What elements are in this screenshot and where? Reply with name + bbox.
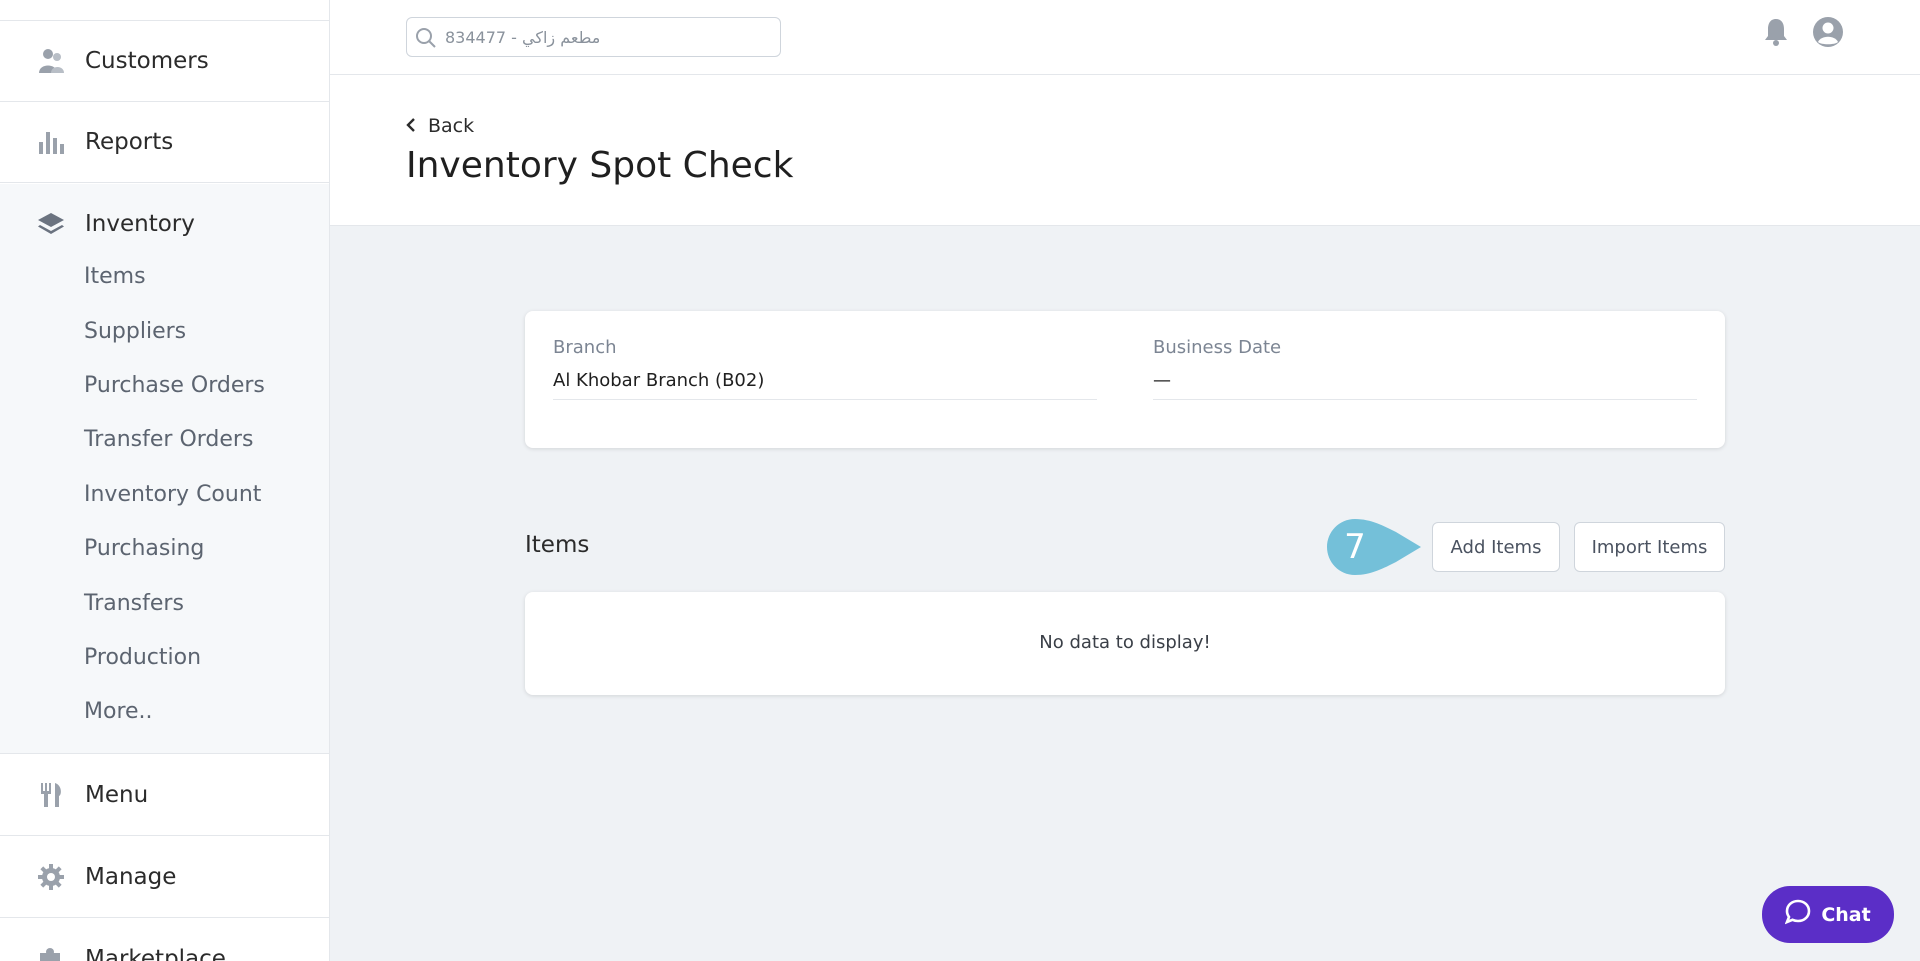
layers-icon [37,210,65,238]
sidebar-subitem-purchase-orders[interactable]: Purchase Orders [84,373,265,398]
back-label: Back [428,115,475,137]
sidebar: Customers Reports Inventory Items Suppli… [0,0,330,961]
sidebar-item-reports[interactable]: Reports [0,102,329,183]
sidebar-subitem-items[interactable]: Items [84,264,146,289]
business-date-label: Business Date [1153,337,1282,358]
sidebar-subitem-inventory-count[interactable]: Inventory Count [84,482,261,507]
chat-button[interactable]: Chat [1762,886,1894,943]
search-input[interactable] [445,18,775,56]
items-table: No data to display! [525,592,1725,695]
gear-icon [37,863,65,891]
sidebar-item-manage[interactable]: Manage [0,837,329,918]
details-card: Branch Al Khobar Branch (B02) Business D… [525,311,1725,448]
topbar [330,0,1920,75]
customers-icon [37,47,65,75]
chat-label: Chat [1821,903,1871,926]
search-icon [415,27,437,53]
back-link[interactable]: Back [406,115,474,137]
sidebar-item-label: Reports [85,129,174,155]
branch-label: Branch [553,337,617,358]
sidebar-item-label: Customers [85,48,209,74]
chevron-left-icon [406,115,416,137]
sidebar-item-marketplace[interactable]: Marketplace [0,919,329,961]
sidebar-subitem-transfer-orders[interactable]: Transfer Orders [84,427,253,452]
sidebar-subitem-production[interactable]: Production [84,645,201,670]
branch-underline [553,399,1097,400]
add-items-button[interactable]: Add Items [1432,522,1560,572]
sidebar-item-customers[interactable]: Customers [0,21,329,102]
business-date-underline [1153,399,1697,400]
page-header: Back Inventory Spot Check [330,75,1920,226]
sidebar-item-label: Manage [85,864,177,890]
business-date-value: — [1153,370,1171,391]
bar-chart-icon [37,128,65,156]
chat-bubble-icon [1784,899,1811,930]
sidebar-item-inventory[interactable]: Inventory [0,184,329,264]
search-box[interactable] [406,17,781,57]
bell-icon[interactable] [1760,16,1792,48]
branch-value: Al Khobar Branch (B02) [553,370,765,391]
sidebar-subitem-transfers[interactable]: Transfers [84,591,184,616]
sidebar-item-label: Menu [85,782,149,808]
sidebar-subitem-purchasing[interactable]: Purchasing [84,536,204,561]
sidebar-item-menu[interactable]: Menu [0,755,329,836]
sidebar-subitem-more[interactable]: More.. [84,699,153,724]
step-badge-number: 7 [1344,527,1366,567]
utensils-icon [37,781,65,809]
user-avatar-icon[interactable] [1812,16,1844,48]
puzzle-icon [37,945,65,961]
sidebar-item-label: Inventory [85,211,195,237]
page-title: Inventory Spot Check [406,145,794,186]
sidebar-subitem-suppliers[interactable]: Suppliers [84,319,186,344]
sidebar-inventory-group: Inventory Items Suppliers Purchase Order… [0,184,329,754]
empty-state-text: No data to display! [1039,632,1211,653]
items-section-title: Items [525,532,590,558]
import-items-button[interactable]: Import Items [1574,522,1725,572]
sidebar-item-label: Marketplace [85,946,226,961]
